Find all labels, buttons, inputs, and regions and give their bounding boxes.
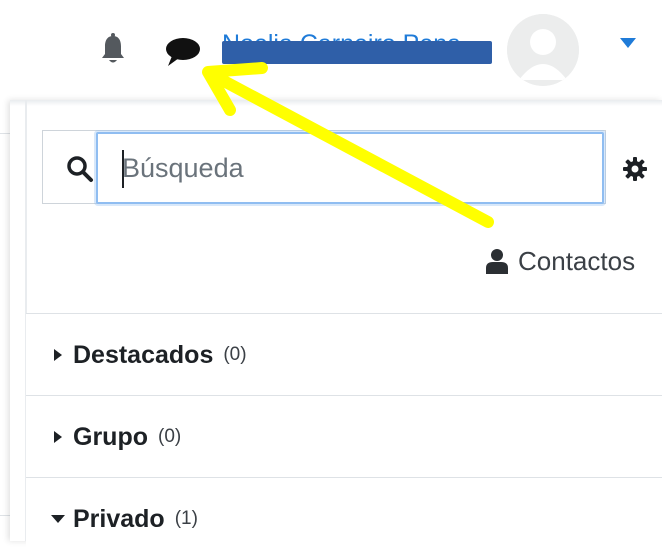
user-avatar[interactable]	[507, 14, 579, 86]
text-cursor	[122, 150, 124, 188]
page-edge	[0, 100, 10, 541]
user-icon	[486, 249, 508, 274]
gear-icon[interactable]	[621, 155, 649, 183]
caret-down-icon	[51, 515, 65, 523]
bell-icon[interactable]	[99, 33, 127, 67]
top-navbar: Noelia Carneiro Pena	[0, 0, 662, 100]
section-count: (1)	[174, 508, 198, 529]
drawer-top-shadow	[10, 100, 662, 106]
section-privado[interactable]: Privado (1)	[26, 477, 662, 559]
page-divider	[0, 133, 10, 134]
caret-down-icon[interactable]	[620, 38, 636, 48]
search-icon	[67, 156, 93, 182]
chat-bubble-icon[interactable]	[164, 36, 202, 68]
contacts-link[interactable]: Contactos	[484, 244, 635, 278]
section-title: Privado	[73, 504, 165, 533]
page-divider	[0, 515, 10, 516]
search-input[interactable]	[96, 132, 604, 204]
section-grupo[interactable]: Grupo (0)	[26, 395, 662, 477]
section-title: Destacados	[73, 340, 214, 369]
contacts-label: Contactos	[518, 245, 636, 276]
caret-right-icon	[54, 431, 62, 443]
section-count: (0)	[158, 426, 182, 447]
redaction-bar	[222, 41, 492, 64]
section-title: Grupo	[73, 422, 148, 451]
caret-right-icon	[54, 349, 62, 361]
section-destacados[interactable]: Destacados (0)	[26, 313, 662, 395]
section-count: (0)	[223, 344, 247, 365]
